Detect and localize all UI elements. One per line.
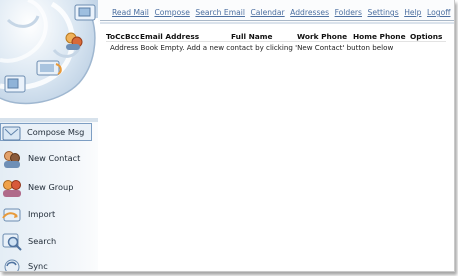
app-window: Compose Msg New Contact New Group Import…: [0, 0, 455, 272]
nav-calendar[interactable]: Calendar: [251, 8, 285, 17]
import-icon: [2, 208, 21, 222]
sidebar-item-new-group[interactable]: New Group: [0, 177, 98, 199]
sidebar-item-label: New Contact: [28, 153, 81, 163]
sidebar-item-import[interactable]: Import: [0, 204, 98, 226]
nav-settings[interactable]: Settings: [368, 8, 399, 17]
contact-icon: [4, 151, 20, 168]
sidebar-divider: [0, 118, 98, 122]
nav-search-email[interactable]: Search Email: [195, 8, 245, 17]
sidebar-item-label: Import: [28, 209, 56, 219]
top-divider: [100, 20, 454, 21]
sidebar-item-label: New Group: [28, 182, 74, 192]
empty-message: Address Book Empty. Add a new contact by…: [110, 43, 394, 52]
sidebar-item-label: Compose Msg: [27, 127, 85, 137]
col-work-phone[interactable]: Work Phone: [297, 32, 347, 41]
folders-icon[interactable]: [36, 58, 64, 78]
col-full-name[interactable]: Full Name: [231, 32, 272, 41]
col-home-phone[interactable]: Home Phone: [353, 32, 406, 41]
address-book-icon[interactable]: [4, 74, 28, 94]
sidebar-item-label: Search: [28, 236, 57, 246]
nav-read-mail[interactable]: Read Mail: [112, 8, 149, 17]
sidebar-item-label: Sync: [28, 261, 48, 271]
nav-help[interactable]: Help: [404, 8, 421, 17]
col-email-address[interactable]: Email Address: [140, 32, 199, 41]
contacts-icon[interactable]: [62, 30, 86, 52]
sidebar-item-new-contact[interactable]: New Contact: [0, 148, 98, 170]
top-divider-shadow: [100, 22, 454, 24]
header-divider: [106, 41, 446, 42]
col-options: Options: [410, 32, 443, 41]
top-nav: Read Mail Compose Search Email Calendar …: [112, 8, 454, 17]
nav-logoff[interactable]: Logoff: [427, 8, 450, 17]
compose-icon: [2, 126, 21, 141]
sidebar: Compose Msg New Contact New Group Import…: [0, 0, 100, 271]
sidebar-item-compose-msg[interactable]: Compose Msg: [0, 123, 92, 141]
sync-icon: [4, 259, 20, 271]
nav-addresses[interactable]: Addresses: [290, 8, 329, 17]
sidebar-item-sync[interactable]: Sync: [0, 256, 98, 271]
search-icon: [2, 233, 22, 251]
col-tocc[interactable]: ToCcBcc: [106, 32, 139, 41]
inbox-icon[interactable]: [74, 4, 96, 22]
nav-compose[interactable]: Compose: [154, 8, 189, 17]
nav-folders[interactable]: Folders: [335, 8, 362, 17]
group-icon: [3, 180, 21, 197]
sidebar-item-search[interactable]: Search: [0, 231, 98, 253]
